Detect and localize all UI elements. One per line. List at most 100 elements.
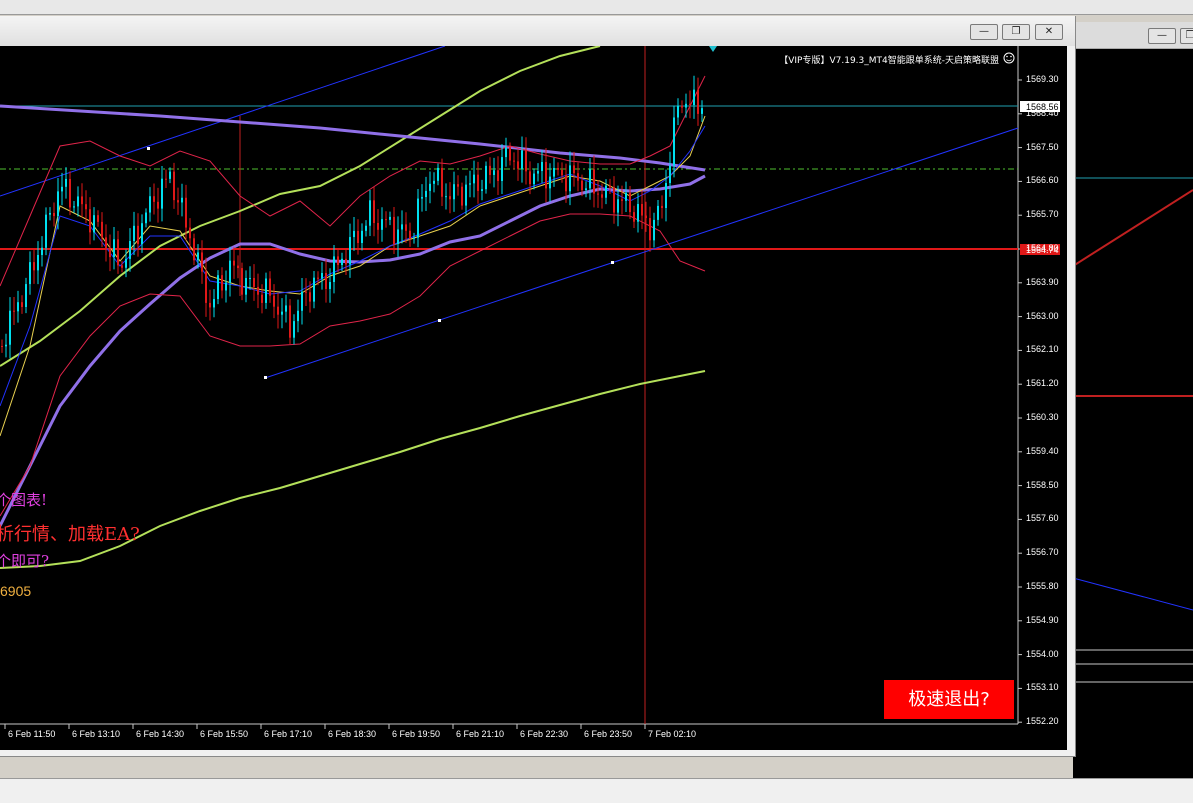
candle-body: [501, 157, 503, 182]
overlay-line-1: 个图表!: [0, 491, 48, 509]
candle-body: [477, 174, 479, 191]
candle-body: [13, 310, 15, 312]
candle-body: [345, 258, 347, 265]
candle-body: [317, 277, 319, 279]
time-tick-label: 6 Feb 19:50: [392, 729, 441, 739]
candle-body: [565, 175, 567, 192]
candle-body: [273, 295, 275, 307]
candle-body: [497, 170, 499, 182]
price-tick-label: 1552.20: [1026, 716, 1059, 727]
candle-body: [337, 256, 339, 266]
time-tick-label: 6 Feb 21:10: [456, 729, 505, 739]
candle-body: [189, 227, 191, 239]
price-tick-label: 1559.40: [1026, 445, 1059, 456]
trend-anchor[interactable]: [438, 319, 441, 322]
candle-body: [393, 216, 395, 244]
background-chart: [1073, 177, 1193, 683]
candle-body: [441, 167, 443, 197]
candle-body: [57, 191, 59, 217]
candle-body: [77, 196, 79, 207]
candle-body: [649, 218, 651, 241]
price-tick-label: 1560.30: [1026, 412, 1059, 422]
smiley-mouth: [1006, 59, 1012, 62]
time-tick-label: 6 Feb 22:30: [520, 729, 569, 739]
trend-anchor[interactable]: [611, 261, 614, 264]
candle-body: [81, 196, 83, 205]
candle-body: [269, 278, 271, 296]
candle-body: [265, 278, 267, 303]
restore-button[interactable]: ❐: [1002, 24, 1030, 40]
candle-body: [325, 273, 327, 289]
candle-body: [9, 310, 11, 345]
candle-body: [669, 165, 671, 184]
candle-body: [621, 199, 623, 201]
candle-body: [385, 219, 387, 221]
candle-body: [165, 178, 167, 180]
background-restore-button[interactable]: ❐: [1180, 28, 1193, 44]
candle-body: [177, 200, 179, 203]
candle-body: [237, 265, 239, 269]
candle-body: [305, 291, 307, 293]
candle-body: [505, 147, 507, 158]
time-tick-label: 6 Feb 23:50: [584, 729, 633, 739]
price-tick-label: 1565.70: [1026, 209, 1059, 220]
time-tick-label: 6 Feb 15:50: [200, 729, 249, 739]
candle-body: [569, 165, 571, 192]
candle-body: [525, 150, 527, 172]
candle-body: [453, 184, 455, 200]
candle-body: [593, 169, 595, 194]
candle-body: [137, 225, 139, 245]
background-minimize-button[interactable]: —: [1148, 28, 1176, 44]
candle-body: [117, 239, 119, 266]
candle-body: [425, 190, 427, 198]
candle-body: [689, 103, 691, 106]
candle-body: [625, 192, 627, 201]
candle-body: [405, 224, 407, 231]
trend-anchor[interactable]: [264, 376, 267, 379]
candle-body: [545, 162, 547, 189]
candle-body: [397, 229, 399, 244]
candle-body: [105, 237, 107, 249]
candle-body: [181, 197, 183, 203]
price-tick-label: 1554.00: [1026, 648, 1059, 659]
close-button[interactable]: ✕: [1035, 24, 1063, 40]
smiley-eye: [1010, 55, 1012, 58]
candle-body: [65, 178, 67, 187]
shift-marker: [709, 46, 717, 52]
level-price-label: 1564.74: [1026, 245, 1059, 255]
candle-body: [629, 192, 631, 213]
candle-body: [617, 199, 619, 213]
candle-body: [333, 256, 335, 283]
candle-body: [149, 196, 151, 213]
candle-body: [313, 277, 315, 302]
quick-exit-button[interactable]: 极速退出?: [884, 680, 1014, 719]
candle-body: [513, 160, 515, 162]
candle-body: [409, 230, 411, 239]
candle-body: [241, 268, 243, 295]
candle-body: [373, 200, 375, 223]
candle-body: [641, 204, 643, 216]
candle-body: [381, 219, 383, 230]
candle-body: [233, 260, 235, 266]
trend-line-lower[interactable]: [264, 127, 1019, 379]
price-tick-label: 1555.80: [1026, 581, 1059, 591]
candle-body: [89, 209, 91, 233]
candle-body: [73, 206, 75, 208]
candle-body: [489, 165, 491, 175]
minimize-button[interactable]: —: [970, 24, 998, 40]
overlay-line-3: 个即可?: [0, 552, 50, 570]
candle-body: [5, 344, 7, 347]
candle-body: [573, 165, 575, 174]
candle-body: [369, 200, 371, 226]
candle-body: [193, 238, 195, 261]
price-tick-label: 1563.00: [1026, 310, 1059, 321]
candle-body: [205, 271, 207, 303]
trend-anchor[interactable]: [147, 147, 150, 150]
candle-body: [97, 215, 99, 222]
candle-body: [701, 108, 703, 114]
candle-body: [129, 241, 131, 259]
price-tick-label: 1558.50: [1026, 479, 1059, 490]
candle-body: [113, 239, 115, 258]
price-chart[interactable]: [0, 46, 1067, 750]
candle-body: [229, 260, 231, 283]
